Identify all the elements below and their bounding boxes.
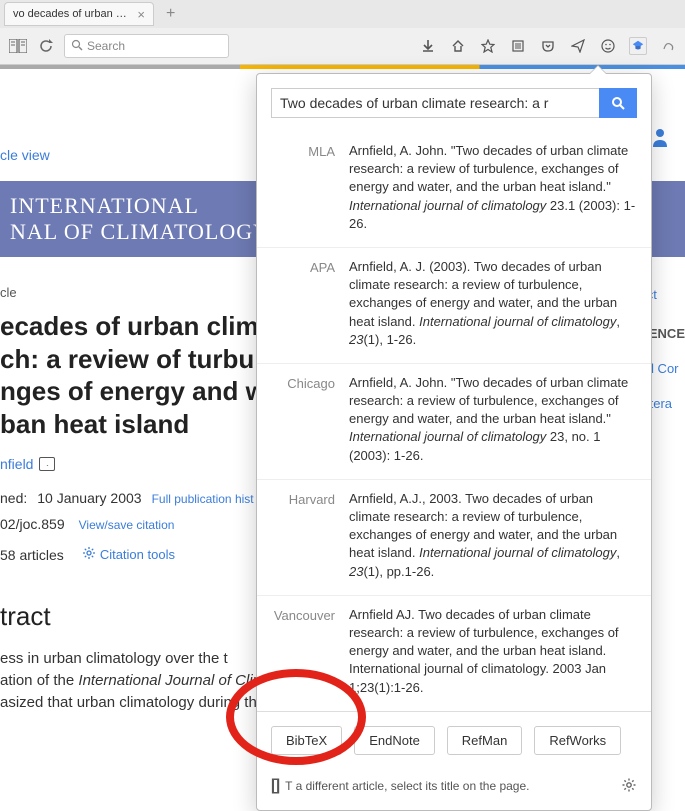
citation-item-vancouver[interactable]: VancouverArnfield AJ. Two decades of urb…: [257, 596, 651, 712]
close-tab-icon[interactable]: ×: [137, 7, 145, 22]
citation-item-mla[interactable]: MLAArnfield, A. John. "Two decades of ur…: [257, 132, 651, 248]
published-date: 10 January 2003: [37, 490, 141, 506]
pub-history-link[interactable]: Full publication hist: [152, 492, 254, 506]
home-icon[interactable]: [449, 37, 467, 55]
citation-text: Arnfield, A. John. "Two decades of urban…: [349, 142, 637, 233]
mail-icon[interactable]: [39, 457, 55, 471]
export-bibtex-button[interactable]: BibTeX: [271, 726, 342, 755]
citation-style-label: Harvard: [271, 490, 335, 581]
send-icon[interactable]: [569, 37, 587, 55]
export-refworks-button[interactable]: RefWorks: [534, 726, 621, 755]
published-label: ned:: [0, 490, 27, 506]
citation-tools-link[interactable]: Citation tools: [100, 547, 175, 562]
citation-text: Arnfield, A. John. "Two decades of urban…: [349, 374, 637, 465]
export-endnote-button[interactable]: EndNote: [354, 726, 435, 755]
citation-text: Arnfield, A.J., 2003. Two decades of urb…: [349, 490, 637, 581]
expand-icon[interactable]: [ ]: [271, 777, 277, 795]
reload-icon[interactable]: [36, 36, 56, 56]
view-save-citation-link[interactable]: View/save citation: [79, 518, 175, 532]
search-icon: [71, 39, 83, 54]
doi-value: 02/joc.859: [0, 516, 65, 532]
bookmark-star-icon[interactable]: [479, 37, 497, 55]
citation-item-apa[interactable]: APAArnfield, A. J. (2003). Two decades o…: [257, 248, 651, 364]
settings-gear-icon[interactable]: [621, 777, 637, 796]
popup-search-button[interactable]: [599, 88, 637, 118]
citation-style-label: MLA: [271, 142, 335, 233]
reader-mode-icon[interactable]: [8, 36, 28, 56]
profile-icon[interactable]: [651, 127, 669, 152]
url-search-box[interactable]: Search: [64, 34, 229, 58]
citation-text: Arnfield AJ. Two decades of urban climat…: [349, 606, 637, 697]
search-placeholder: Search: [87, 39, 125, 53]
extension-scholar-icon[interactable]: [629, 37, 647, 55]
citation-style-label: Chicago: [271, 374, 335, 465]
citation-item-chicago[interactable]: ChicagoArnfield, A. John. "Two decades o…: [257, 364, 651, 480]
cited-by-count[interactable]: 58 articles: [0, 547, 64, 563]
pocket-icon[interactable]: [539, 37, 557, 55]
citation-item-harvard[interactable]: HarvardArnfield, A.J., 2003. Two decades…: [257, 480, 651, 596]
author-name[interactable]: nfield: [0, 456, 33, 472]
popup-footer-text: T a different article, select its title …: [285, 779, 529, 793]
smile-icon[interactable]: [599, 37, 617, 55]
gear-icon: [82, 546, 96, 563]
citation-style-label: Vancouver: [271, 606, 335, 697]
new-tab-button[interactable]: +: [160, 5, 181, 23]
list-icon[interactable]: [509, 37, 527, 55]
browser-tab[interactable]: vo decades of urban clim... ×: [4, 2, 154, 26]
extension-misc-icon[interactable]: [659, 37, 677, 55]
downloads-icon[interactable]: [419, 37, 437, 55]
tab-title: vo decades of urban clim...: [13, 8, 131, 20]
popup-search-input[interactable]: [271, 88, 599, 118]
scholar-citation-popup: MLAArnfield, A. John. "Two decades of ur…: [256, 73, 652, 811]
export-refman-button[interactable]: RefMan: [447, 726, 523, 755]
citation-style-label: APA: [271, 258, 335, 349]
citation-text: Arnfield, A. J. (2003). Two decades of u…: [349, 258, 637, 349]
